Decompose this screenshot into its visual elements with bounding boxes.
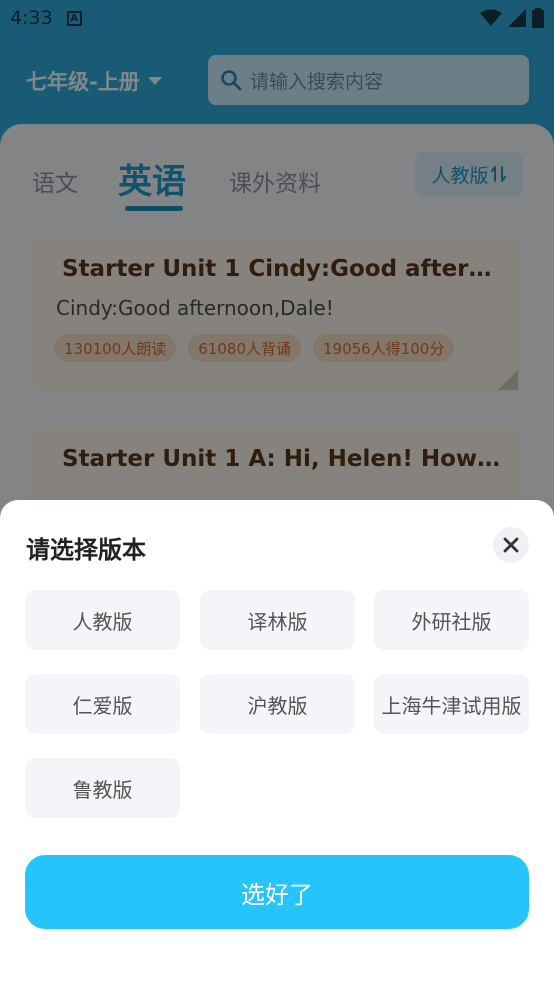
edition-option-yilin[interactable]: 译林版 — [200, 590, 355, 650]
confirm-button[interactable]: 选好了 — [25, 855, 529, 929]
close-button[interactable] — [493, 527, 529, 563]
close-icon — [503, 537, 519, 553]
edition-option-renjiao[interactable]: 人教版 — [25, 590, 180, 650]
edition-option-renai[interactable]: 仁爱版 — [25, 674, 180, 734]
edition-picker-sheet: 请选择版本 人教版 译林版 外研社版 仁爱版 沪教版 上海牛津试用版 鲁教版 选… — [0, 500, 554, 984]
edition-option-hujiao[interactable]: 沪教版 — [200, 674, 355, 734]
sheet-title: 请选择版本 — [26, 536, 146, 564]
edition-option-shanghai-oxford[interactable]: 上海牛津试用版 — [374, 674, 529, 734]
edition-option-waiyanshe[interactable]: 外研社版 — [374, 590, 529, 650]
edition-option-lujiao[interactable]: 鲁教版 — [25, 758, 180, 818]
